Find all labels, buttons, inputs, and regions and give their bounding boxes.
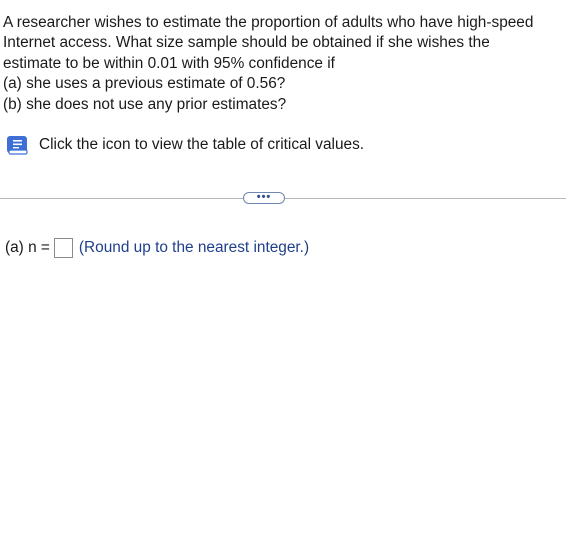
question-part-b: (b) she does not use any prior estimates…	[3, 95, 287, 113]
critical-values-link-text: Click the icon to view the table of crit…	[39, 136, 365, 153]
question-line: A researcher wishes to estimate the prop…	[3, 14, 534, 31]
rounding-hint: (Round up to the nearest integer.)	[78, 239, 310, 256]
question-part-a: (a) she uses a previous estimate of 0.56…	[3, 75, 286, 93]
answer-row: (a) n = (Round up to the nearest integer…	[5, 238, 309, 258]
answer-label: (a) n =	[5, 239, 50, 256]
ellipsis-icon: •••	[256, 191, 272, 203]
answer-input[interactable]	[53, 238, 73, 258]
critical-values-row: Click the icon to view the table of crit…	[5, 134, 364, 156]
question-line: estimate to be within 0.01 with 95% conf…	[3, 54, 335, 72]
expand-button[interactable]: •••	[243, 192, 285, 204]
book-icon[interactable]	[5, 134, 31, 156]
question-line: Internet access. What size sample should…	[3, 34, 490, 52]
question-text: A researcher wishes to estimate the prop…	[3, 13, 563, 115]
